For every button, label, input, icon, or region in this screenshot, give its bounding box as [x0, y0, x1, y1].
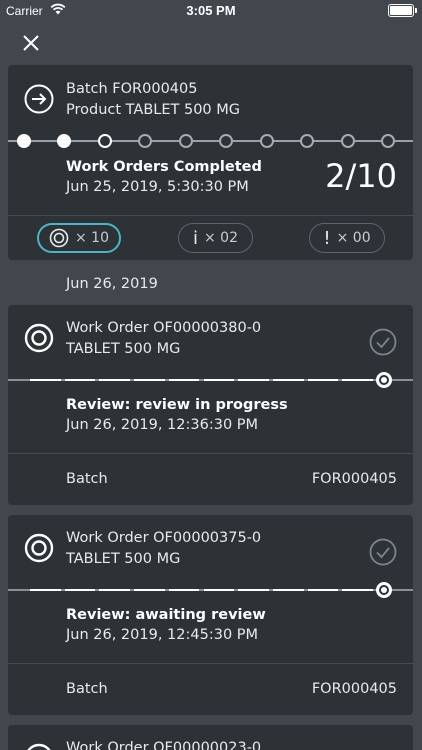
work-order-title: Work Order OF00000023-0 — [66, 740, 262, 750]
progress-step — [17, 134, 31, 148]
batch-field-value: FOR000405 — [311, 471, 397, 487]
progress-end-node — [376, 582, 392, 598]
info-icon: i — [192, 227, 198, 249]
filter-completed-pill[interactable]: × 10 — [37, 223, 121, 253]
target-icon — [24, 533, 54, 563]
progress-segment — [64, 589, 96, 591]
progress-segment — [168, 589, 200, 591]
progress-segment — [168, 379, 200, 381]
batch-field-label: Batch — [66, 681, 108, 697]
work-order-product: TABLET 500 MG — [66, 551, 181, 567]
progress-segment — [203, 589, 235, 591]
progress-step — [381, 134, 395, 148]
filter-warning-label: × 00 — [336, 230, 371, 246]
progress-segment — [134, 379, 165, 381]
progress-segment — [134, 589, 165, 591]
check-circle-icon[interactable] — [369, 538, 397, 566]
target-icon — [49, 228, 69, 248]
progress-step — [138, 134, 153, 148]
progress-segment — [238, 379, 269, 381]
work-order-card[interactable]: Work Order OF00000380-0 TABLET 500 MG Re… — [8, 305, 413, 505]
arrow-right-circle-icon — [24, 84, 54, 114]
work-order-card[interactable]: Work Order OF00000023-0 — [8, 725, 413, 750]
date-header: Jun 26, 2019 — [66, 276, 158, 292]
batch-status-title: Work Orders Completed — [66, 159, 262, 175]
progress-end-node — [376, 372, 392, 388]
filter-info-pill[interactable]: i × 02 — [178, 223, 253, 253]
exclamation-icon: ! — [323, 227, 331, 249]
progress-segment — [64, 379, 96, 381]
close-icon[interactable] — [18, 30, 44, 56]
batch-status-date: Jun 25, 2019, 5:30:30 PM — [66, 179, 249, 195]
progress-segment — [307, 589, 339, 591]
progress-segment — [342, 589, 373, 591]
progress-step — [340, 134, 355, 148]
progress-segment — [272, 379, 304, 381]
progress-step — [57, 134, 72, 148]
progress-step — [178, 134, 193, 148]
filter-info-label: × 02 — [204, 230, 238, 246]
work-order-count: 2/10 — [325, 157, 397, 195]
work-order-card[interactable]: Work Order OF00000375-0 TABLET 500 MG Re… — [8, 515, 413, 715]
batch-field-label: Batch — [66, 471, 108, 487]
progress-segment — [99, 589, 131, 591]
batch-card[interactable]: Batch FOR000405 Product TABLET 500 MG Wo… — [8, 65, 413, 260]
progress-segment — [307, 379, 339, 381]
work-order-date: Jun 26, 2019, 12:36:30 PM — [66, 417, 259, 433]
progress-segment — [99, 379, 131, 381]
target-icon — [24, 323, 54, 353]
work-order-title: Work Order OF00000380-0 — [66, 320, 262, 336]
status-bar: Carrier 3:05 PM — [0, 0, 422, 22]
batch-label: Batch FOR000405 — [66, 81, 198, 97]
battery-icon — [388, 4, 417, 17]
progress-segment — [30, 379, 61, 381]
filter-warning-pill[interactable]: ! × 00 — [309, 223, 385, 253]
product-label: Product TABLET 500 MG — [66, 102, 240, 118]
target-icon — [27, 743, 51, 750]
progress-segment — [203, 379, 235, 381]
progress-segment — [342, 379, 373, 381]
work-order-title: Work Order OF00000375-0 — [66, 530, 262, 546]
work-order-status: Review: review in progress — [66, 397, 288, 413]
work-order-date: Jun 26, 2019, 12:45:30 PM — [66, 627, 259, 643]
check-circle-icon[interactable] — [369, 328, 397, 356]
batch-field-value: FOR000405 — [311, 681, 397, 697]
progress-segment — [272, 589, 304, 591]
work-order-product: TABLET 500 MG — [66, 341, 181, 357]
progress-segment — [238, 589, 269, 591]
clock: 3:05 PM — [186, 3, 236, 18]
progress-segment — [30, 589, 61, 591]
filter-completed-label: × 10 — [75, 230, 109, 246]
progress-step — [259, 134, 274, 148]
work-order-status: Review: awaiting review — [66, 607, 266, 623]
progress-step — [219, 134, 234, 148]
progress-step — [300, 134, 315, 148]
progress-step — [97, 134, 112, 148]
